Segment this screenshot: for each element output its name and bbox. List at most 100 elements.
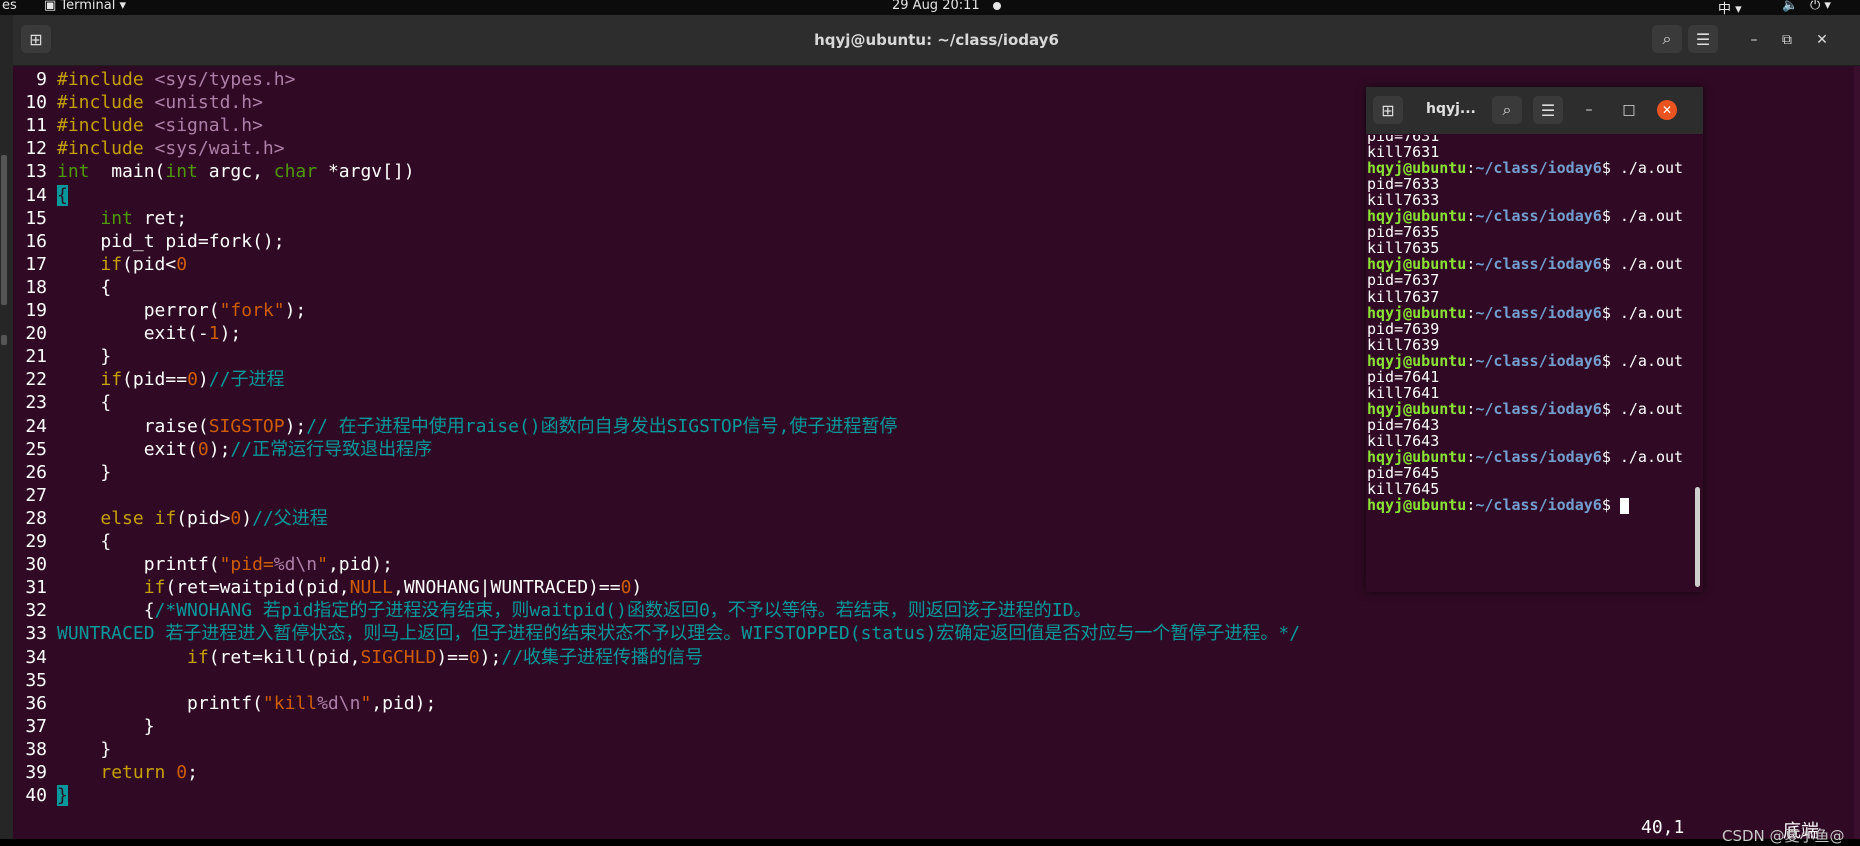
code-token: 0: [197, 438, 209, 460]
line-number: 25: [25, 438, 47, 460]
window-titlebar[interactable]: ⊞ hqyj@ubuntu: ~/class/ioday6 ⌕ ☰ – ⧉ ✕: [13, 15, 1860, 66]
code-token: );: [219, 323, 242, 345]
app-menu[interactable]: ▣ Terminal ▾: [44, 0, 126, 13]
secondary-terminal-window[interactable]: ⊞ hqyj... ⌕ ☰ – □ ✕ pid=7631 kill7631 hqyj…: [1366, 87, 1703, 592]
new-tab-icon: ⊞: [1381, 100, 1395, 120]
watermark: CSDN @夏小鱼@: [1722, 827, 1845, 845]
code-text: if(ret=waitpid(pid,NULL,WNOHANG|WUNTRACE…: [57, 576, 643, 599]
code-token: 1: [208, 323, 220, 345]
code-token: %d\n: [273, 554, 318, 576]
code-line: 17 if(pid<0: [13, 253, 187, 276]
line-number: 40: [25, 785, 47, 807]
prompt-command: $ ./a.out: [1601, 255, 1684, 274]
restore-button[interactable]: ⧉: [1775, 28, 1799, 52]
code-token: // 在子进程中使用raise()函数向自身发出SIGSTOP信号,使子进程暂停: [306, 415, 898, 437]
code-token: ;: [187, 762, 198, 783]
code-token: char: [273, 161, 318, 183]
line-number: 9: [36, 69, 47, 90]
code-token: //父进程: [252, 507, 328, 529]
code-token: /*WNOHANG 若pid指定的子进程没有结束，则waitpid()函数返回0…: [154, 600, 1092, 622]
terminal-icon: ▣: [44, 0, 61, 13]
code-token: if: [187, 646, 209, 668]
close-button[interactable]: ✕: [1810, 28, 1834, 52]
line-number: 38: [25, 738, 47, 760]
restore-icon: ⧉: [1782, 32, 1792, 48]
minimize-button[interactable]: –: [1742, 28, 1766, 52]
code-token: ,pid);: [327, 554, 393, 576]
code-token: ret;: [132, 207, 188, 229]
minimize-icon: –: [1585, 102, 1593, 118]
code-line: 33 WUNTRACED 若子进程进入暂停状态，则马上返回，但子进程的结束状态不予…: [13, 622, 1300, 645]
prompt-command: $ ./a.out: [1601, 159, 1684, 178]
code-token: (ret=waitpid(pid,: [165, 577, 350, 599]
code-token: int: [57, 161, 90, 183]
code-line: 25 exit(0);//正常运行导致退出程序: [13, 438, 432, 461]
code-line: 12 #include <sys/wait.h>: [13, 137, 284, 160]
code-line: 16 pid_t pid=fork();: [13, 230, 284, 253]
menu-button[interactable]: ☰: [1688, 25, 1718, 53]
secondary-titlebar[interactable]: ⊞ hqyj... ⌕ ☰ – □ ✕: [1366, 87, 1703, 134]
code-token: (ret=kill(pid,: [208, 646, 361, 668]
code-text: printf("pid=%d\n",pid);: [57, 553, 393, 576]
code-text: int ret;: [57, 207, 187, 230]
code-line: 29 {: [13, 530, 111, 553]
code-line: 36 printf("kill%d\n",pid);: [13, 692, 436, 715]
prompt-path: ~/class/ioday6: [1475, 207, 1602, 226]
code-token: {: [57, 531, 112, 552]
secondary-menu-button[interactable]: ☰: [1533, 96, 1563, 124]
main-scrollbar[interactable]: [1854, 66, 1860, 839]
secondary-terminal-output[interactable]: pid=7631 kill7631 hqyj@ubuntu:~/class/ioda…: [1366, 135, 1696, 590]
code-token: "fork": [219, 300, 285, 321]
code-text: printf("kill%d\n",pid);: [57, 692, 436, 715]
code-token: );: [479, 646, 502, 668]
secondary-close-button[interactable]: ✕: [1657, 100, 1677, 120]
code-token: WUNTRACED 若子进程进入暂停状态，则马上返回，但子进程的结束状态不予以理…: [57, 623, 1301, 645]
code-text: exit(0);//正常运行导致退出程序: [57, 438, 432, 461]
line-number: 39: [25, 762, 47, 783]
code-text: }: [57, 345, 111, 368]
window-title: hqyj@ubuntu: ~/class/ioday6: [814, 31, 1059, 49]
secondary-new-tab-button[interactable]: ⊞: [1373, 96, 1403, 124]
line-number: 23: [25, 392, 47, 414]
secondary-window-title: hqyj...: [1426, 101, 1476, 117]
prompt-command: $: [1601, 496, 1620, 515]
secondary-scrollbar-thumb[interactable]: [1695, 487, 1700, 587]
cursor-position: 40,1: [1641, 817, 1685, 838]
hamburger-icon: ☰: [1540, 100, 1556, 120]
secondary-search-button[interactable]: ⌕: [1492, 96, 1522, 124]
code-text: {: [57, 391, 111, 414]
code-token: }: [57, 346, 112, 368]
code-token: }: [57, 738, 112, 760]
top-bar: es ▣ Terminal ▾ 29 Aug 20:11 中 ▾ 🔈 ⏻ ▾: [0, 0, 1860, 17]
code-token: "pid=: [219, 554, 274, 576]
prompt-path: ~/class/ioday6: [1475, 255, 1602, 274]
line-number: 11: [25, 115, 47, 137]
code-token: {: [57, 392, 112, 414]
code-line: 39 return 0;: [13, 761, 198, 784]
line-number: 19: [25, 300, 47, 321]
code-line: 10 #include <unistd.h>: [13, 91, 263, 114]
line-number: 28: [25, 507, 47, 529]
code-token: ): [197, 369, 209, 391]
line-number: 22: [25, 369, 47, 391]
power-icon[interactable]: ⏻ ▾: [1810, 0, 1831, 13]
search-button[interactable]: ⌕: [1652, 25, 1682, 53]
code-text: pid_t pid=fork();: [57, 230, 284, 253]
code-line: 31 if(ret=waitpid(pid,NULL,WNOHANG|WUNTR…: [13, 576, 642, 599]
activities-button[interactable]: es: [2, 0, 17, 13]
volume-icon[interactable]: 🔈: [1782, 0, 1798, 13]
code-line: 14 {: [13, 184, 68, 207]
code-token: <sys/wait.h>: [154, 138, 285, 160]
secondary-maximize-button[interactable]: □: [1617, 98, 1641, 122]
secondary-minimize-button[interactable]: –: [1577, 98, 1601, 122]
line-number: 36: [25, 692, 47, 714]
clock[interactable]: 29 Aug 20:11: [892, 0, 980, 13]
search-icon: ⌕: [1662, 29, 1672, 48]
code-line: 32 {/*WNOHANG 若pid指定的子进程没有结束，则waitpid()函…: [13, 599, 1091, 622]
code-text: return 0;: [57, 761, 198, 784]
code-line: 11 #include <signal.h>: [13, 114, 263, 137]
